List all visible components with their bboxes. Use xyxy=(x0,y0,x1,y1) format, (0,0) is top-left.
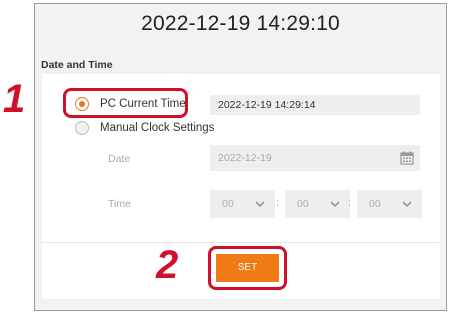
minute-value: 00 xyxy=(297,198,309,210)
step-number-2: 2 xyxy=(156,243,179,287)
chevron-down-icon xyxy=(402,201,412,208)
manual-clock-label: Manual Clock Settings xyxy=(100,122,215,134)
callout-pc-current-time xyxy=(63,88,188,118)
time-separator: : xyxy=(276,197,280,209)
second-value: 00 xyxy=(369,198,381,210)
hour-select[interactable]: 00 xyxy=(210,190,275,218)
callout-set-button xyxy=(208,246,287,290)
section-title: Date and Time xyxy=(41,59,113,71)
minute-select[interactable]: 00 xyxy=(285,190,350,218)
pc-current-time-value: 2022-12-19 14:29:14 xyxy=(210,95,420,115)
panel-divider xyxy=(41,242,439,243)
current-clock: 2022-12-19 14:29:10 xyxy=(141,12,340,35)
chevron-down-icon xyxy=(255,201,265,208)
chevron-down-icon xyxy=(330,201,340,208)
date-field[interactable]: 2022-12-19 xyxy=(210,145,420,171)
manual-clock-radio[interactable] xyxy=(75,121,89,135)
second-select[interactable]: 00 xyxy=(357,190,422,218)
hour-value: 00 xyxy=(222,198,234,210)
calendar-icon[interactable] xyxy=(400,151,414,165)
date-value: 2022-12-19 xyxy=(218,152,272,164)
manual-clock-option[interactable]: Manual Clock Settings xyxy=(75,121,214,135)
step-number-1: 1 xyxy=(3,77,26,121)
time-separator: : xyxy=(348,197,352,209)
time-label: Time xyxy=(108,198,131,210)
date-label: Date xyxy=(108,153,131,165)
